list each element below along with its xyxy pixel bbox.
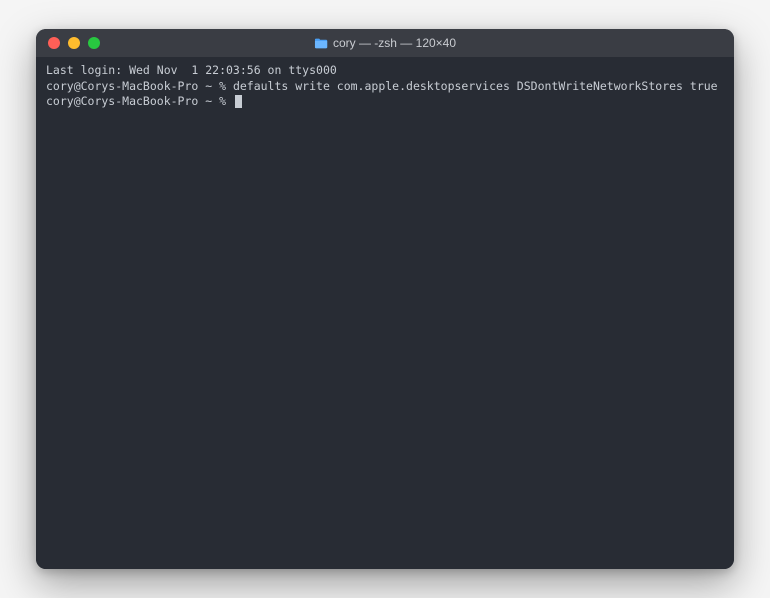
terminal-body[interactable]: Last login: Wed Nov 1 22:03:56 on ttys00… (36, 57, 734, 569)
window-title-group: cory — -zsh — 120×40 (314, 36, 456, 50)
minimize-button[interactable] (68, 37, 80, 49)
window-title: cory — -zsh — 120×40 (333, 36, 456, 50)
command-line-1: cory@Corys-MacBook-Pro ~ % defaults writ… (46, 79, 724, 95)
command-1-text: defaults write com.apple.desktopservices… (233, 79, 718, 93)
titlebar[interactable]: cory — -zsh — 120×40 (36, 29, 734, 57)
terminal-window: cory — -zsh — 120×40 Last login: Wed Nov… (36, 29, 734, 569)
cursor (235, 95, 242, 108)
last-login-line: Last login: Wed Nov 1 22:03:56 on ttys00… (46, 63, 724, 79)
maximize-button[interactable] (88, 37, 100, 49)
traffic-lights (36, 37, 100, 49)
command-line-2: cory@Corys-MacBook-Pro ~ % (46, 94, 724, 110)
close-button[interactable] (48, 37, 60, 49)
folder-icon (314, 38, 328, 49)
prompt-1: cory@Corys-MacBook-Pro ~ % (46, 79, 233, 93)
prompt-2: cory@Corys-MacBook-Pro ~ % (46, 94, 233, 108)
